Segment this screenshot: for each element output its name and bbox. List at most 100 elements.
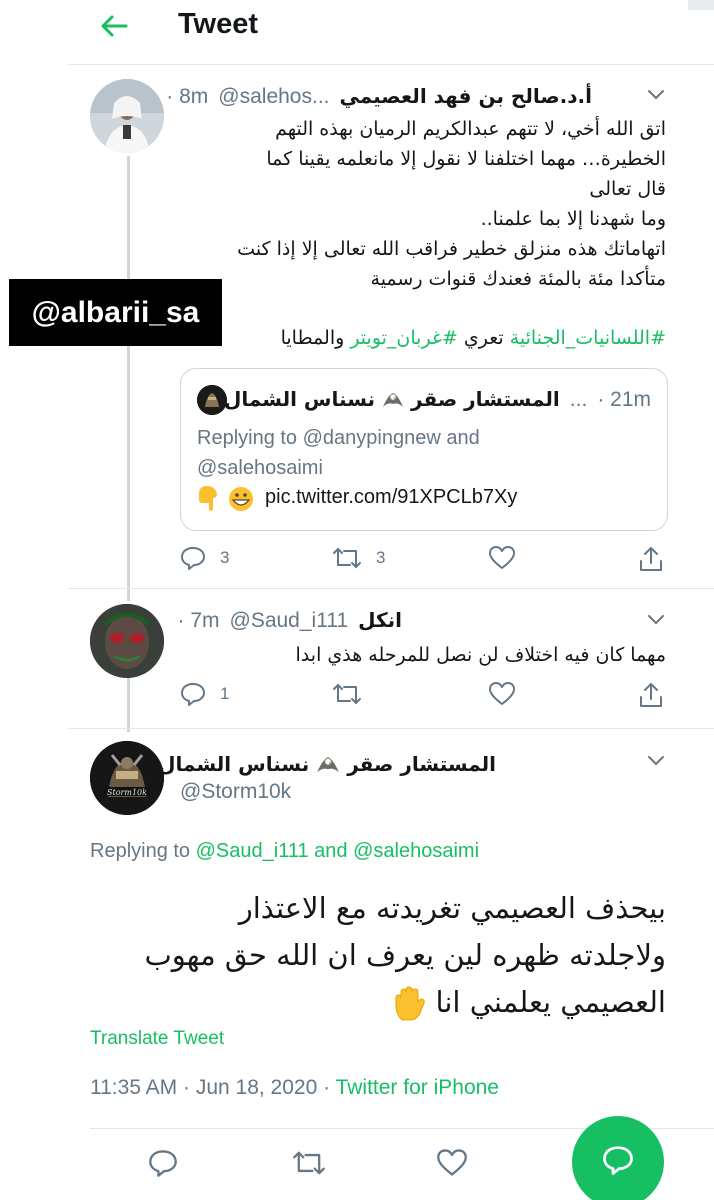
retweet-icon[interactable] — [332, 545, 362, 571]
like-action[interactable] — [488, 681, 516, 707]
tweet-timestamp: 11:35 AM · Jun 18, 2020 · — [90, 1076, 331, 1099]
quote-author-name: المستشار صقر نسناس الشمال — [224, 387, 560, 411]
eagle-emoji-icon — [317, 756, 340, 773]
reply-icon[interactable] — [148, 1148, 178, 1178]
share-icon[interactable] — [638, 681, 664, 709]
main-text-line: بيحذف العصيمي تغريدته مع الاعتذار — [238, 891, 666, 925]
replying-and: and — [314, 840, 348, 862]
main-text-line: العصيمي يعلمني انا — [144, 979, 666, 1026]
main-author-name[interactable]: المستشار صقر نسناس الشمال — [158, 752, 496, 777]
header-corner-decoration — [688, 0, 714, 10]
retweet-action[interactable] — [292, 1148, 326, 1178]
back-arrow-icon[interactable] — [96, 8, 132, 44]
main-author-row: المستشار صقر نسناس الشمال — [158, 752, 496, 777]
compose-reply-button[interactable] — [572, 1116, 664, 1200]
main-text-line: ولاجلدته ظهره لين يعرف ان الله حق مهوب — [144, 938, 666, 972]
quote-ellipsis: ... — [569, 388, 588, 411]
eagle-emoji-icon — [383, 392, 404, 407]
reply-action[interactable]: 3 — [180, 545, 229, 571]
svg-text:Storm10k: Storm10k — [107, 788, 147, 797]
retweet-icon[interactable] — [332, 681, 362, 707]
like-icon[interactable] — [436, 1148, 468, 1178]
avatar-logo-icon: Storm10k — [90, 741, 164, 815]
thread-connector — [127, 672, 130, 732]
main-author-name-part: المستشار صقر — [347, 752, 496, 776]
replying-to-text: Replying to @danypingnew and — [197, 427, 480, 449]
replying-to-line: Replying to @danypingnew and — [197, 423, 480, 453]
main-text-line-content: العصيمي يعلمني انا — [435, 985, 666, 1019]
reply-action[interactable]: 1 — [180, 681, 229, 707]
like-icon[interactable] — [488, 545, 516, 571]
main-author-handle[interactable]: @Storm10k — [180, 780, 291, 804]
quote-author-row: · 21m ... المستشار صقر نسناس الشمال — [224, 387, 651, 412]
raised-hand-emoji-icon — [395, 986, 426, 1021]
replying-user-link[interactable]: @Saud_i111 — [196, 840, 309, 862]
tweet-author-row: انكل @Saud_i111 · 7m — [178, 608, 403, 633]
chevron-down-icon[interactable] — [647, 89, 665, 101]
quote-replying-to: Replying to @danypingnew and @salehosaim… — [197, 423, 480, 483]
like-icon[interactable] — [488, 681, 516, 707]
tweet-text-line: متأكدا مئة بالمئة فعندك قنوات رسمية — [370, 268, 666, 290]
retweet-icon[interactable] — [292, 1148, 326, 1178]
tweet-hashtags: #اللسانيات_الجنائية تعري #غربان_تويتر وا… — [281, 323, 666, 353]
tweet-divider — [68, 588, 714, 589]
avatar-logo-icon — [197, 385, 227, 415]
reply-action[interactable] — [148, 1148, 178, 1178]
retweet-action[interactable]: 3 — [332, 545, 385, 571]
like-action[interactable] — [436, 1148, 468, 1178]
hashtag-word: تعري — [463, 327, 504, 349]
emoji-group — [199, 486, 253, 511]
reply-icon[interactable] — [180, 545, 206, 571]
avatar-face-icon — [90, 604, 164, 678]
quoted-tweet-card[interactable]: · 21m ... المستشار صقر نسناس الشمال Repl… — [180, 368, 668, 531]
avatar[interactable]: Storm10k — [90, 741, 164, 815]
tweet-text-line: اتهاماتك هذه منزلق خطير فراقب الله تعالى… — [237, 238, 666, 260]
chevron-down-icon[interactable] — [647, 614, 665, 626]
hashtag-word: والمطايا — [280, 327, 345, 349]
tweet-meta: 11:35 AM · Jun 18, 2020 · Twitter for iP… — [90, 1076, 499, 1100]
share-icon[interactable] — [638, 545, 664, 573]
hashtag-link[interactable]: #غربان_تويتر — [350, 327, 457, 349]
tweet-text-line: اتق الله أخي، لا تتهم عبدالكريم الرميان … — [275, 118, 666, 140]
quote-media-link[interactable]: pic.twitter.com/91XPCLb7Xy — [265, 486, 517, 509]
avatar-person-icon — [90, 79, 164, 153]
reply-icon[interactable] — [180, 681, 206, 707]
tweet-body: مهما كان فيه اختلاف لن نصل للمرحله هذي ا… — [296, 640, 666, 670]
tweet-text-line: مهما كان فيه اختلاف لن نصل للمرحله هذي ا… — [295, 644, 666, 666]
author-name[interactable]: أ.د.صالح بن فهد العصيمي — [340, 84, 593, 108]
grinning-emoji-icon — [229, 487, 253, 511]
tweet-time: · 8m — [166, 85, 209, 108]
tweet-text-line: الخطيرة… مهما اختلفنا لا نقول إلا مانعلم… — [266, 148, 666, 170]
reply-count: 3 — [220, 548, 230, 567]
share-action[interactable] — [638, 681, 664, 709]
quote-author-name-part: المستشار صقر — [411, 387, 560, 411]
main-author-name-part: نسناس الشمال — [158, 752, 310, 776]
tweet-body: اتق الله أخي، لا تتهم عبدالكريم الرميان … — [166, 114, 666, 294]
avatar[interactable] — [90, 604, 164, 678]
replying-prefix: Replying to — [90, 840, 191, 862]
replying-user-link[interactable]: @salehosaimi — [353, 840, 479, 862]
tweet-text-line: قال تعالى — [589, 178, 666, 200]
tweet-actions: 3 3 — [180, 545, 670, 579]
tweet-text-line: وما شهدنا إلا بما علمنا.. — [480, 208, 666, 230]
main-replying-to: Replying to @Saud_i111 and @salehosaimi — [90, 840, 479, 863]
page-title: Tweet — [178, 8, 259, 40]
share-action[interactable] — [638, 545, 664, 573]
like-action[interactable] — [488, 545, 516, 571]
app-header: Tweet — [0, 0, 714, 62]
tweet-source-link[interactable]: Twitter for iPhone — [336, 1076, 499, 1099]
tweet-actions: 1 — [180, 681, 670, 715]
translate-tweet-link[interactable]: Translate Tweet — [90, 1028, 224, 1050]
avatar[interactable] — [90, 79, 164, 153]
retweet-action[interactable] — [332, 681, 362, 707]
chevron-down-icon[interactable] — [647, 755, 665, 767]
tweet-author-row: أ.د.صالح بن فهد العصيمي @salehos... · 8m — [166, 84, 592, 109]
quote-time: · 21m — [597, 388, 651, 411]
reply-count: 1 — [220, 684, 230, 703]
hashtag-link[interactable]: #اللسانيات_الجنائية — [510, 327, 666, 349]
author-handle[interactable]: @salehos... — [218, 85, 329, 109]
author-name[interactable]: انكل — [358, 608, 402, 632]
author-handle[interactable]: @Saud_i111 — [230, 609, 349, 633]
pointing-down-emoji-icon — [199, 486, 217, 511]
header-divider — [68, 64, 714, 65]
